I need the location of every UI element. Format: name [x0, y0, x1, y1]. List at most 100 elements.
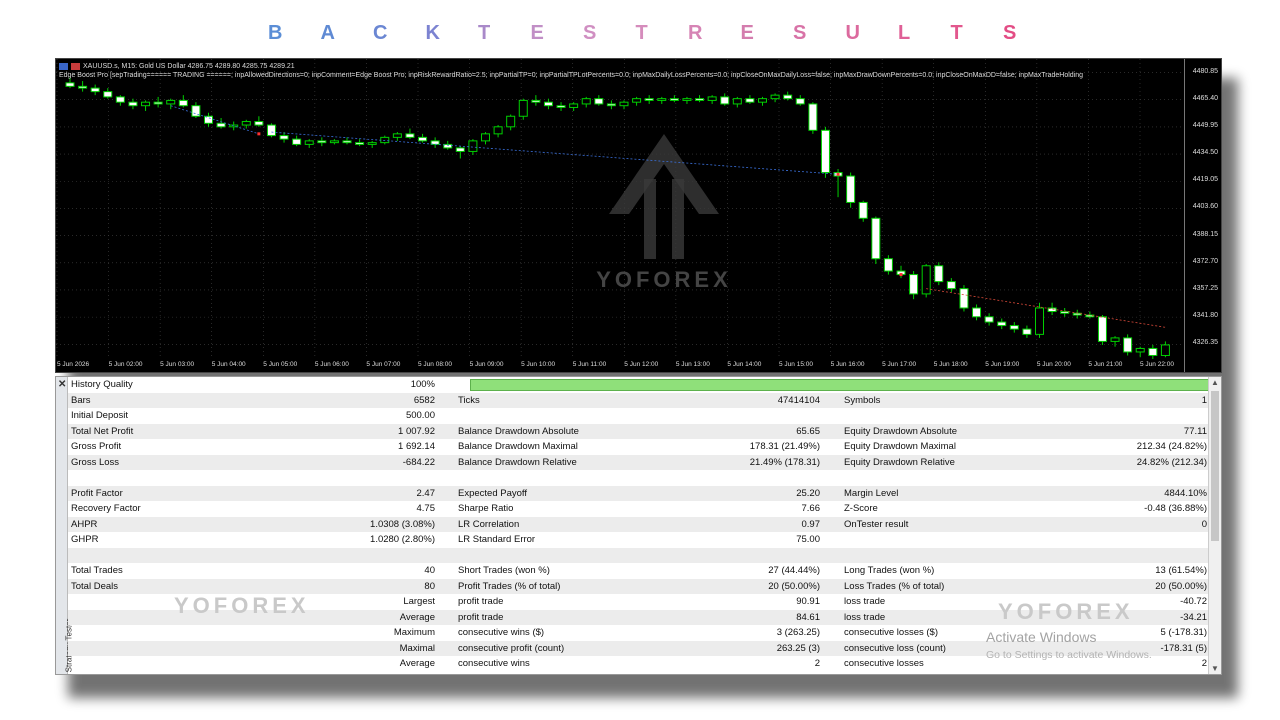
report-row: Initial Deposit 500.00 — [68, 408, 1208, 424]
time-tick-label: 5 Jun 13:00 — [675, 361, 710, 368]
candlestick-plot[interactable]: YOFOREX — [56, 59, 1221, 372]
price-axis[interactable]: 4480.85 4465.40 4449.95 4434.50 4419.05 4403.… — [1184, 59, 1221, 372]
candle-body — [997, 321, 1007, 327]
candle-body — [493, 126, 503, 135]
candle-body — [455, 147, 465, 152]
time-tick-label: 5 Jun 05:00 — [263, 361, 298, 368]
time-tick-label: 5 Jun 09:00 — [469, 361, 504, 368]
banner-letter: B — [268, 22, 283, 44]
banner-letter: E — [530, 22, 544, 44]
candle-body — [518, 99, 528, 117]
report-label: Margin Level — [844, 487, 899, 499]
report-label: consecutive wins ($) — [458, 627, 545, 638]
banner-letter: K — [425, 22, 440, 44]
price-tick-label: 4449.95 — [1192, 121, 1218, 129]
candle-body — [1035, 307, 1044, 335]
vertical-scrollbar[interactable]: ▲ ▼ — [1208, 377, 1221, 674]
scroll-up-icon[interactable]: ▲ — [1211, 378, 1219, 387]
tester-side-bar: ✕ Strategy Tester — [56, 377, 73, 674]
report-label: Total Net Profit — [71, 425, 134, 437]
candle-body — [795, 98, 805, 105]
candle-body — [669, 98, 679, 101]
candle-body — [758, 98, 767, 103]
candle-body — [216, 122, 226, 128]
report-label: Balance Drawdown Absolute — [458, 425, 579, 437]
report-row: Profit Factor 2.47 Expected Payoff 25.20 Mar… — [68, 485, 1208, 501]
price-chart[interactable]: YOFOREX XAUUSD.s, M15: Gold US Dollar 42… — [55, 58, 1222, 373]
activate-windows-subtitle: Go to Settings to activate Windows. — [986, 649, 1152, 661]
candle-body — [946, 281, 956, 290]
report-row: Bars 6582 Ticks 47414104 Symbols 1 — [68, 392, 1208, 408]
report-row: AHPR 1.0308 (3.08%) LR Correlation 0.97 OnTe… — [68, 516, 1208, 532]
report-row: Recovery Factor 4.75 Sharpe Ratio 7.66 Z-Sco… — [68, 501, 1208, 517]
report-value: 0.97 — [801, 518, 821, 530]
report-label: Bars — [71, 394, 91, 406]
time-tick-label: 5 Jun 21:00 — [1088, 361, 1123, 368]
candle-body — [392, 133, 402, 138]
candle-body — [329, 140, 339, 144]
candle-body — [808, 103, 818, 131]
report-value: Average — [399, 611, 435, 623]
report-value: 20 (50.00%) — [768, 580, 820, 592]
candle-body — [909, 274, 919, 295]
candle-body — [1009, 325, 1019, 330]
candle-body — [972, 307, 982, 318]
report-value: 500.00 — [405, 410, 435, 421]
banner-letter: T — [478, 22, 491, 44]
time-tick-label: 5 Jun 06:00 — [314, 361, 349, 368]
trade-line — [170, 105, 259, 135]
candle-body — [141, 101, 151, 107]
candle-body — [304, 140, 314, 145]
history-quality-bar — [470, 379, 1221, 391]
report-value: 1.0280 (2.80%) — [370, 534, 435, 545]
banner-letter: S — [793, 22, 807, 44]
report-value: 6582 — [413, 394, 435, 406]
price-tick-label: 4434.50 — [1192, 149, 1218, 157]
history-quality-label: History Quality — [71, 379, 133, 390]
candle-body — [543, 101, 553, 107]
report-label: consecutive wins — [458, 658, 530, 669]
scroll-thumb[interactable] — [1211, 391, 1219, 541]
report-label: Gross Profit — [71, 441, 122, 452]
report-row: Total Deals 80 Profit Trades (% of total) 2… — [68, 578, 1208, 594]
report-value: 84.61 — [796, 611, 820, 623]
report-label: Symbols — [844, 394, 881, 406]
report-value: 4.75 — [416, 503, 436, 514]
banner-letter: T — [950, 22, 963, 44]
banner-letter: A — [320, 22, 335, 44]
report-value: 21.49% (178.31) — [749, 456, 820, 468]
strategy-tester-report: ✕ Strategy Tester History Quality 100% B… — [55, 376, 1222, 675]
report-label: consecutive profit (count) — [458, 642, 565, 654]
report-row: Total Trades 40 Short Trades (won %) 27 (44… — [68, 563, 1208, 579]
candle-body — [254, 121, 264, 126]
candle-body — [1110, 337, 1120, 342]
time-tick-label: 5 Jun 16:00 — [830, 361, 865, 368]
history-quality-value: 100% — [410, 379, 435, 390]
close-icon[interactable]: ✕ — [58, 379, 66, 390]
price-tick-label: 4388.15 — [1192, 230, 1218, 238]
candle-body — [707, 96, 717, 101]
banner-letter: U — [845, 22, 860, 44]
report-row: Gross Loss -684.22 Balance Drawdown Relati… — [68, 454, 1208, 470]
candle-body — [632, 98, 642, 103]
report-value: 40 — [424, 565, 435, 576]
report-value: 47414104 — [777, 394, 820, 406]
report-label: Gross Loss — [71, 456, 120, 468]
scroll-down-icon[interactable]: ▼ — [1211, 664, 1219, 673]
history-quality-row: History Quality 100% — [68, 377, 1221, 393]
report-label: Profit Factor — [71, 487, 123, 499]
candle-body — [367, 142, 377, 145]
candle-body — [418, 136, 428, 142]
report-label: Initial Deposit — [71, 410, 129, 421]
report-label: Total Deals — [71, 580, 118, 592]
candle-body — [871, 217, 881, 260]
candle-body — [292, 138, 302, 145]
report-value: -34.21 — [1180, 611, 1207, 623]
report-value: 75.00 — [796, 534, 820, 545]
report-value: 24.82% (212.34) — [1136, 456, 1207, 468]
report-label: consecutive loss (count) — [844, 642, 946, 654]
report-label: LR Standard Error — [458, 534, 536, 545]
report-label: Ticks — [458, 394, 480, 406]
report-value: 3 (263.25) — [776, 627, 820, 638]
candle-body — [1097, 316, 1107, 342]
